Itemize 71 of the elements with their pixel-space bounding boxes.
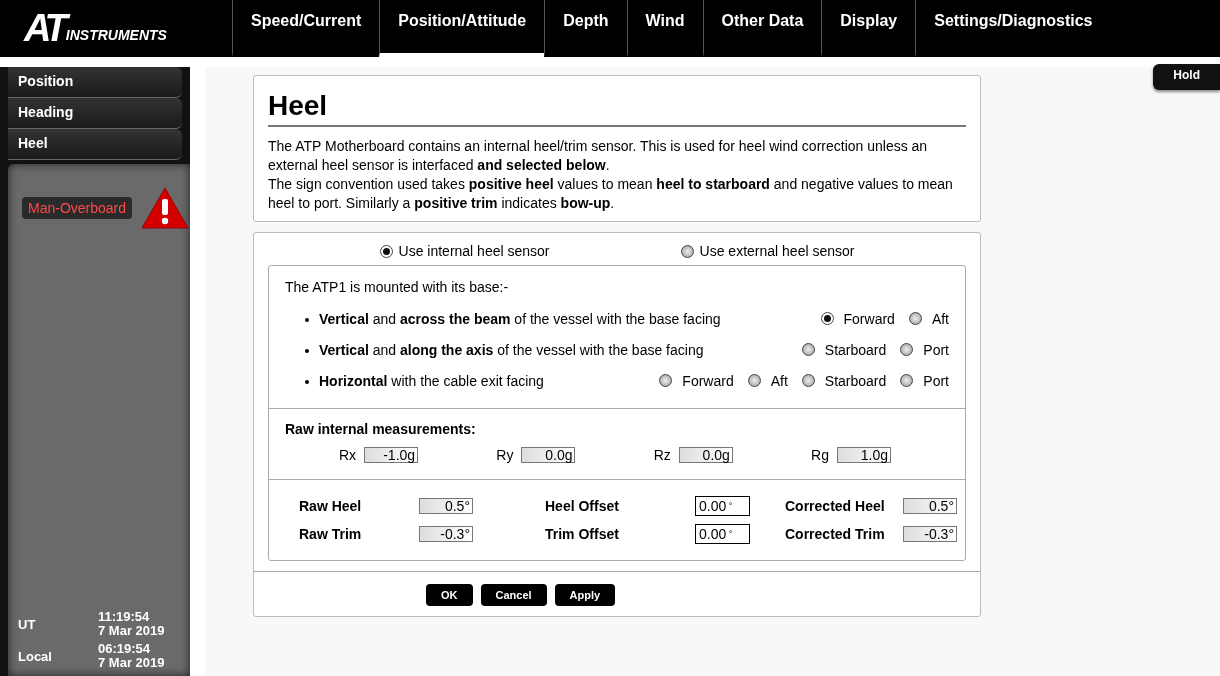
radio-button[interactable]	[820, 312, 834, 325]
field-label: Corrected Heel	[785, 498, 886, 514]
measurement-label: Ry	[496, 447, 514, 463]
nav-tab[interactable]: Other Data	[702, 0, 822, 57]
radio-label: Aft	[931, 310, 949, 327]
readonly-field: -1.0g	[364, 447, 419, 463]
readonly-field: 0.0g	[678, 447, 733, 463]
mount-option-text: Vertical and across the beam of the vessel with the base facing	[305, 310, 721, 327]
clock-label: Local	[18, 648, 53, 664]
radio-label: Use internal heel sensor	[398, 243, 550, 259]
radio-button[interactable]	[659, 374, 673, 387]
readonly-field: 1.0g	[837, 447, 891, 463]
hold-button[interactable]: Hold	[1153, 64, 1220, 90]
sidebar-item[interactable]: Position	[8, 67, 182, 98]
radio-label: Starboard	[824, 341, 887, 358]
field-label: Raw Heel	[299, 498, 363, 514]
section-heading: Raw internal measurements:	[285, 421, 477, 437]
nav-tab[interactable]: Wind	[626, 0, 703, 57]
mount-option-text: Vertical and along the axis of the vessel with the base facing	[305, 341, 704, 358]
input-field[interactable]: 0.00 °	[695, 524, 750, 544]
readonly-field: -0.3°	[419, 526, 473, 542]
action-button[interactable]: Apply	[554, 584, 616, 606]
description-paragraph: The ATP Motherboard contains an internal heel/trim sensor. This is used for heel wind correction unless an external heel sensor is interfaced and selected below.	[268, 137, 929, 175]
radio-button[interactable]	[908, 312, 922, 325]
action-button[interactable]: Cancel	[480, 584, 547, 606]
nav-tab[interactable]: Position/Attitude	[379, 0, 545, 57]
readonly-field: 0.5°	[903, 498, 957, 514]
radio-button[interactable]	[801, 343, 815, 356]
input-field[interactable]: 0.00 °	[695, 496, 750, 516]
radio-button[interactable]	[379, 244, 393, 258]
alarm-label[interactable]: Man-Overboard	[22, 197, 133, 219]
mount-option-text: Horizontal with the cable exit facing	[305, 372, 544, 389]
clock-time: 06:19:54	[98, 642, 152, 656]
radio-label: Starboard	[824, 372, 887, 389]
logo-text: INSTRUMENTS	[65, 26, 167, 43]
radio-label: Aft	[770, 372, 788, 389]
radio-label: Forward	[682, 372, 734, 389]
description-paragraph: The sign convention used takes positive heel values to mean heel to starboard and negative values to mean heel to port. Similarly a positive trim indicates bow-up.	[268, 175, 954, 213]
radio-button[interactable]	[747, 374, 761, 387]
readonly-field: 0.0g	[521, 447, 576, 463]
field-label: Heel Offset	[545, 498, 620, 514]
radio-label: Use external heel sensor	[699, 243, 855, 259]
clock-date: 7 Mar 2019	[98, 624, 165, 638]
readonly-field: -0.3°	[903, 526, 957, 542]
radio-label: Port	[923, 341, 949, 358]
clock-date: 7 Mar 2019	[98, 656, 165, 670]
sidebar-item[interactable]: Heading	[8, 98, 182, 129]
radio-label: Forward	[843, 310, 895, 327]
clock-time: 11:19:54	[98, 610, 151, 624]
nav-tab[interactable]: Display	[821, 0, 916, 57]
nav-tab[interactable]: Speed/Current	[232, 0, 380, 57]
measurement-label: Rx	[339, 447, 357, 463]
page-title: Heel	[268, 90, 966, 127]
radio-button[interactable]	[801, 374, 815, 387]
radio-button[interactable]	[900, 374, 914, 387]
measurement-label: Rg	[811, 447, 829, 463]
nav-tab[interactable]: Depth	[544, 0, 627, 57]
field-label: Corrected Trim	[785, 526, 886, 542]
measurement-label: Rz	[653, 447, 671, 463]
radio-button[interactable]	[680, 244, 694, 258]
warning-icon[interactable]	[140, 186, 190, 230]
radio-label: Port	[923, 372, 949, 389]
sidebar-item[interactable]: Heel	[8, 129, 182, 160]
field-label: Raw Trim	[299, 526, 363, 542]
field-label: Trim Offset	[545, 526, 620, 542]
nav-tab[interactable]: Settings/Diagnostics	[915, 0, 1111, 57]
radio-button[interactable]	[900, 343, 914, 356]
readonly-field: 0.5°	[419, 498, 473, 514]
clock-label: UT	[18, 616, 37, 632]
action-button[interactable]: OK	[426, 584, 473, 606]
mount-intro: The ATP1 is mounted with its base:-	[285, 278, 510, 297]
